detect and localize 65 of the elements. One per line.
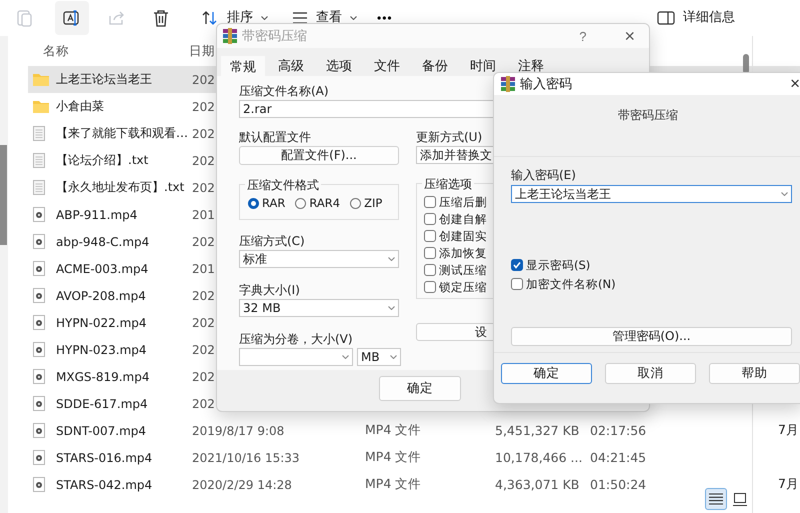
file-name: ACME-003.mp4: [56, 262, 148, 276]
file-date: 202: [192, 180, 215, 194]
dialog-title: 带密码压缩: [242, 28, 307, 45]
file-name: ABP-911.mp4: [56, 208, 138, 222]
file-name: SDNT-007.mp4: [56, 424, 146, 438]
radio-label: RAR: [262, 196, 286, 210]
radio-label: ZIP: [364, 196, 382, 210]
file-size: 4,363,071 KB: [495, 477, 580, 492]
file-date: 2020/2/29 14:28: [192, 478, 292, 492]
checkbox-label: 压缩后删: [439, 194, 487, 210]
file-date: 202: [192, 396, 215, 410]
file-date: 202: [192, 126, 215, 140]
file-name: MXGS-819.mp4: [56, 370, 150, 384]
file-name: 小倉由菜: [56, 98, 104, 115]
field-label: 输入密码(E): [511, 168, 576, 183]
group-label: 压缩选项: [422, 176, 474, 193]
file-name: HYPN-023.mp4: [56, 342, 147, 356]
field-label: 字典大小(I): [239, 283, 300, 298]
file-duration: 02:17:56: [590, 423, 646, 438]
field-label: 压缩文件名称(A): [239, 84, 329, 99]
file-date: 202: [192, 234, 215, 248]
checkbox-label: 测试压缩: [439, 262, 487, 278]
file-name: STARS-042.mp4: [56, 478, 152, 492]
group-label: 压缩文件格式: [245, 177, 321, 194]
file-date: 2021/10/16 15:33: [192, 450, 300, 464]
file-date: 202: [192, 288, 215, 302]
file-date: 202: [192, 100, 215, 114]
file-duration: 04:21:45: [590, 450, 646, 465]
file-date: 2019/8/17 9:08: [192, 424, 284, 438]
file-name: HYPN-022.mp4: [56, 316, 147, 330]
file-name: STARS-016.mp4: [56, 450, 152, 464]
file-name: 上老王论坛当老王: [56, 71, 152, 88]
file-date: 202: [192, 342, 215, 356]
file-cell: 7月: [778, 422, 799, 437]
file-duration: 01:50:24: [590, 477, 646, 492]
file-type: MP4 文件: [365, 422, 422, 437]
checkbox-label: 添加恢复: [439, 246, 487, 260]
file-name: 【来了就能下载和观看…: [56, 125, 188, 142]
file-cell: 7月: [778, 476, 799, 491]
field-label: 压缩为分卷，大小(V): [239, 332, 353, 347]
file-date: 201: [192, 262, 215, 276]
file-date: 202: [192, 72, 215, 86]
file-size: 5,451,327 KB: [495, 423, 580, 438]
checkbox-label: 锁定压缩: [439, 280, 487, 294]
file-date: 201: [192, 208, 215, 222]
file-size: 10,178,466 ...: [495, 450, 582, 465]
file-name: AVOP-208.mp4: [56, 288, 146, 302]
file-name: 【永久地址发布页】.txt: [56, 179, 184, 196]
file-type: MP4 文件: [365, 449, 422, 464]
field-label: 更新方式(U): [416, 130, 482, 145]
field-label: 默认配置文件: [239, 130, 311, 145]
field-label: 压缩方式(C): [239, 234, 305, 249]
file-name: 【论坛介绍】.txt: [56, 152, 148, 169]
dialog-title: 输入密码: [520, 76, 572, 93]
radio-label: RAR4: [309, 196, 340, 210]
file-date: 202: [192, 370, 215, 384]
file-name: abp-948-C.mp4: [56, 234, 150, 248]
file-date: 202: [192, 316, 215, 330]
checkbox-label: 显示密码(S): [526, 258, 590, 272]
file-type: MP4 文件: [365, 476, 422, 491]
file-date: 202: [192, 154, 215, 168]
file-name: SDDE-617.mp4: [56, 396, 148, 410]
checkbox-label: 创建固实: [439, 228, 487, 244]
checkbox-label: 加密文件名称(N): [526, 276, 616, 292]
checkbox-label: 创建自解: [439, 212, 487, 226]
